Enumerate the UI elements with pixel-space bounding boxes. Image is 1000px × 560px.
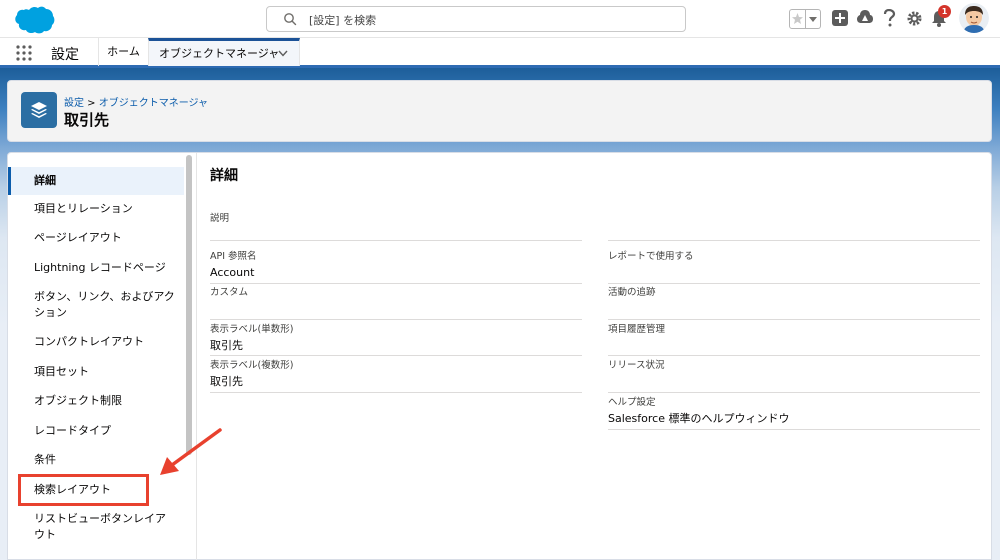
field-label: 項目履歴管理: [608, 324, 666, 335]
sidebar-item-buttons-links-actions-cont[interactable]: ション: [8, 305, 184, 321]
breadcrumb-object-manager-link[interactable]: オブジェクトマネージャ: [99, 98, 208, 109]
global-search-input[interactable]: [設定] を検索: [266, 6, 686, 32]
field-allow-reports: レポートで使用する: [608, 251, 694, 266]
field-label: リリース状況: [608, 360, 665, 371]
search-icon: [284, 13, 297, 26]
annotation-highlight-box: [18, 474, 149, 506]
sidebar-item-fields-relationships[interactable]: 項目とリレーション: [8, 201, 184, 217]
field-value: 取引先: [210, 375, 243, 388]
field-description: 説明: [210, 213, 229, 228]
sidebar-scrollbar[interactable]: [186, 155, 192, 455]
field-divider: [210, 355, 582, 356]
field-label: API 参照名: [210, 251, 257, 262]
sidebar-item-list-view-button-layout[interactable]: リストビューボタンレイア: [8, 511, 184, 527]
sidebar-item-object-limits[interactable]: オブジェクト制限: [8, 393, 184, 409]
sidebar-item-page-layouts[interactable]: ページレイアウト: [8, 230, 184, 246]
tab-object-manager-label: オブジェクトマネージャ: [159, 47, 280, 60]
gear-icon[interactable]: [906, 10, 923, 27]
field-divider: [210, 319, 582, 320]
field-label-plural: 表示ラベル(複数形) 取引先: [210, 360, 293, 389]
tab-object-manager[interactable]: オブジェクトマネージャ: [148, 38, 300, 66]
notification-badge: 1: [938, 5, 951, 18]
app-name: 設定: [51, 47, 79, 63]
field-label: 表示ラベル(複数形): [210, 360, 294, 371]
field-divider: [608, 240, 980, 241]
page-header: 設定 > オブジェクトマネージャ 取引先: [7, 80, 992, 142]
search-placeholder: [設定] を検索: [309, 14, 377, 27]
field-value: Account: [210, 266, 255, 279]
field-divider: [608, 429, 980, 430]
breadcrumb-setup-link[interactable]: 設定: [64, 98, 84, 109]
plus-icon[interactable]: [832, 10, 848, 26]
field-track-activities: 活動の追跡: [608, 287, 656, 302]
object-manager-icon: [21, 92, 57, 128]
breadcrumb: 設定 > オブジェクトマネージャ: [64, 94, 208, 109]
page-title: 取引先: [64, 111, 110, 129]
chevron-down-icon[interactable]: [278, 50, 288, 57]
field-help-settings: ヘルプ設定 Salesforce 標準のヘルプウィンドウ: [608, 397, 789, 426]
field-divider: [608, 319, 980, 320]
trailhead-icon[interactable]: [856, 9, 874, 27]
field-label-singular: 表示ラベル(単数形) 取引先: [210, 324, 293, 353]
field-deployment-status: リリース状況: [608, 360, 665, 375]
chevron-down-icon[interactable]: [806, 9, 821, 29]
breadcrumb-separator: >: [84, 98, 99, 109]
sidebar-item-compact-layouts[interactable]: コンパクトレイアウト: [8, 334, 184, 350]
field-value: 取引先: [210, 339, 243, 352]
field-divider: [608, 283, 980, 284]
global-header: [設定] を検索 1: [0, 0, 1000, 38]
annotation-arrow-icon: [160, 428, 222, 475]
field-custom: カスタム: [210, 287, 248, 302]
sidebar-item-list-view-button-layout-cont[interactable]: ウト: [8, 527, 184, 543]
tab-home[interactable]: ホーム: [99, 38, 148, 66]
field-divider: [608, 355, 980, 356]
star-icon[interactable]: [789, 9, 806, 29]
avatar[interactable]: [959, 3, 989, 33]
sidebar-item-buttons-links-actions[interactable]: ボタン、リンク、およびアク: [8, 289, 184, 305]
field-label: ヘルプ設定: [608, 397, 656, 408]
field-divider: [210, 240, 582, 241]
field-value: Salesforce 標準のヘルプウィンドウ: [608, 412, 790, 425]
layers-icon: [31, 102, 47, 118]
main-card: 詳細 項目とリレーション ページレイアウト Lightning レコードページ …: [7, 152, 992, 560]
field-history-tracking: 項目履歴管理: [608, 324, 665, 339]
sidebar-item-details[interactable]: 詳細: [8, 167, 184, 195]
salesforce-cloud-logo[interactable]: [9, 4, 57, 36]
sidebar-item-field-sets[interactable]: 項目セット: [8, 364, 184, 380]
app-nav-bar: 設定 ホーム オブジェクトマネージャ: [0, 38, 1000, 68]
field-divider: [210, 283, 582, 284]
sidebar-divider: [196, 153, 197, 560]
app-launcher-icon[interactable]: [16, 45, 32, 61]
field-label: レポートで使用する: [608, 251, 694, 262]
field-divider: [210, 392, 582, 393]
field-divider: [608, 392, 980, 393]
sidebar-item-lightning-record-pages[interactable]: Lightning レコードページ: [8, 260, 184, 276]
details-heading: 詳細: [210, 168, 238, 184]
favorites-button[interactable]: [789, 9, 821, 29]
field-label: 説明: [210, 213, 230, 224]
help-icon[interactable]: [882, 9, 896, 27]
field-api-name: API 参照名 Account: [210, 251, 257, 280]
field-label: 活動の追跡: [608, 287, 656, 298]
field-label: 表示ラベル(単数形): [210, 324, 294, 335]
field-label: カスタム: [210, 287, 249, 298]
